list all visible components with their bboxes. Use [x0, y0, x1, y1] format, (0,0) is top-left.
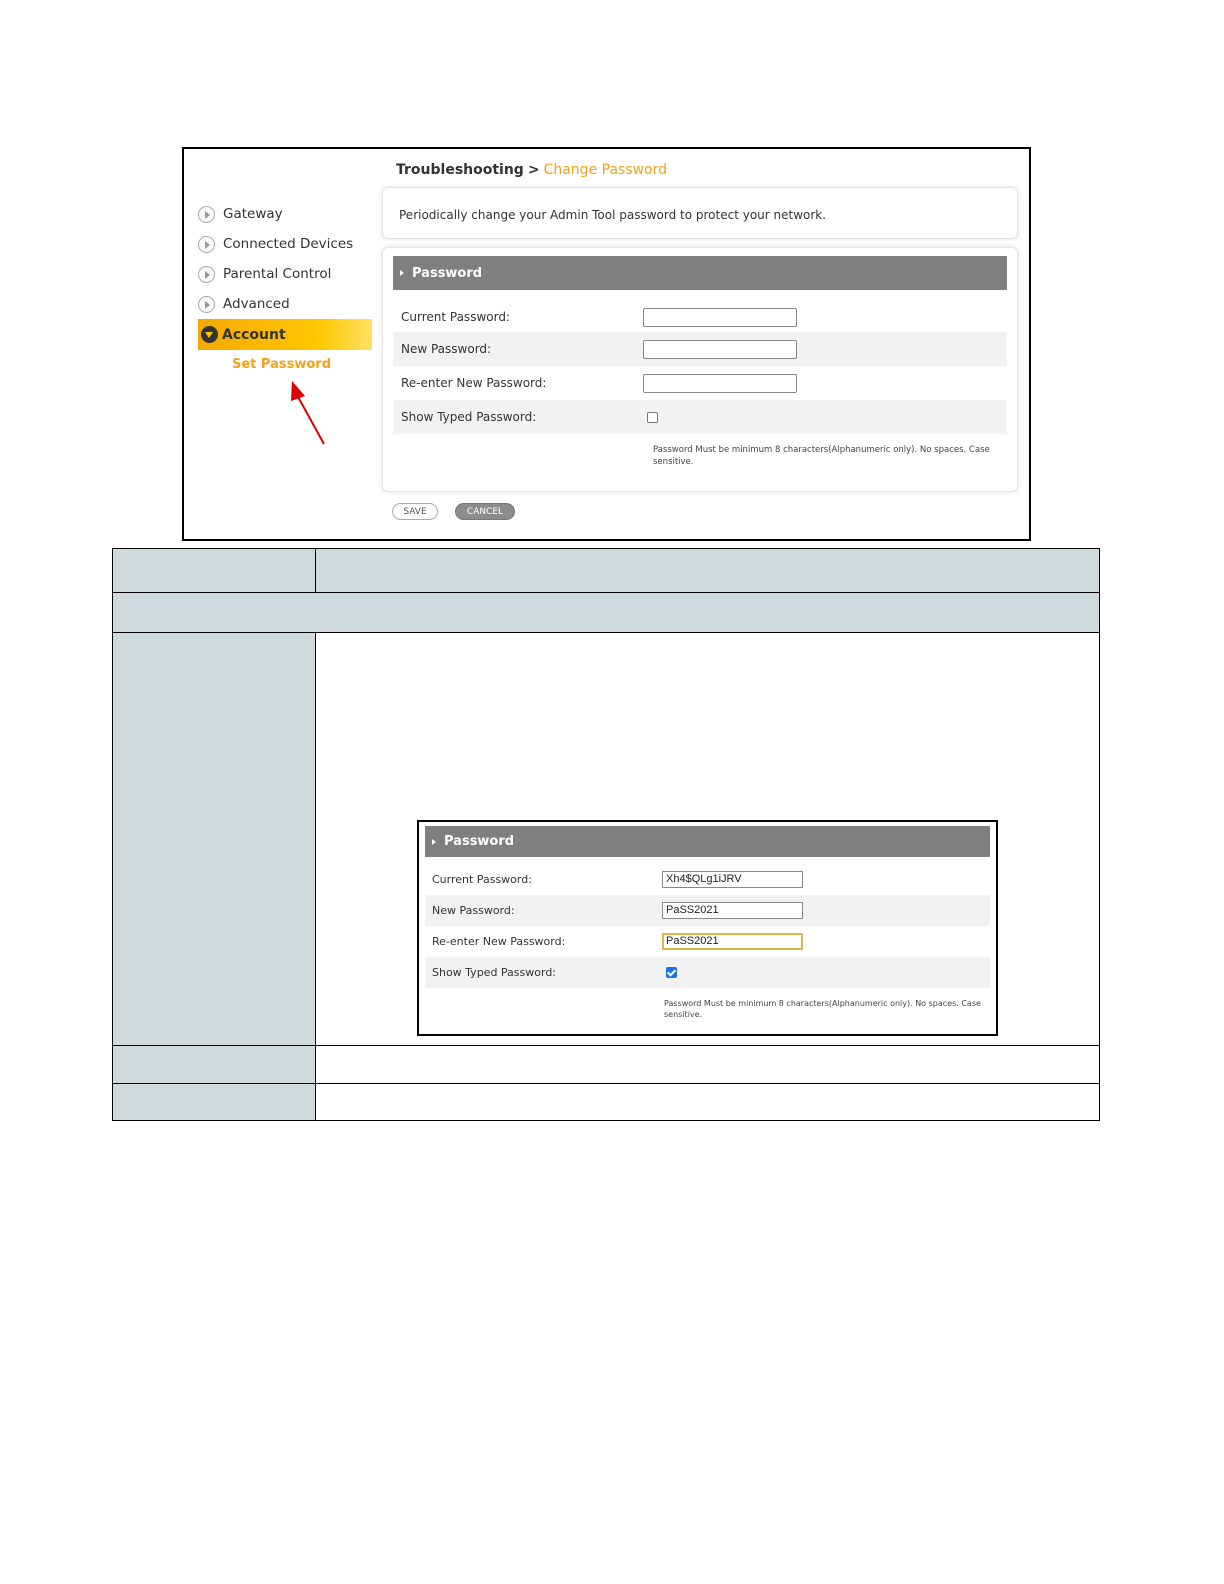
nav-item-label: Connected Devices [223, 236, 354, 252]
table-rule [112, 1045, 1100, 1046]
nav-item-parental-control[interactable]: Parental Control [198, 259, 372, 289]
example-reenter-row: Re-enter New Password: PaSS2021 [425, 926, 990, 957]
current-password-row: Current Password: [393, 300, 1007, 334]
example-reenter-input[interactable]: PaSS2021 [662, 933, 803, 950]
play-circle-icon [198, 235, 215, 253]
example-new-label: New Password: [432, 904, 515, 917]
example-reenter-label: Re-enter New Password: [432, 935, 566, 948]
table-rule [112, 592, 1100, 593]
reenter-password-row: Re-enter New Password: [393, 366, 1007, 400]
new-password-label: New Password: [401, 342, 492, 356]
password-example-screenshot: Password Current Password: Xh4$QLg1iJRV … [417, 820, 998, 1036]
example-current-row: Current Password: Xh4$QLg1iJRV [425, 864, 990, 895]
example-show-label: Show Typed Password: [432, 966, 557, 979]
section-title: Password [412, 265, 483, 281]
example-section-title: Password [444, 834, 515, 849]
intro-text: Periodically change your Admin Tool pass… [399, 208, 827, 222]
change-password-screenshot: Troubleshooting > Change Password Gateway … [182, 147, 1031, 541]
example-password-hint: Password Must be minimum 8 characters(Al… [664, 999, 981, 1019]
cancel-button[interactable]: CANCEL [455, 503, 515, 520]
red-arrow-annotation [291, 381, 325, 445]
intro-box: Periodically change your Admin Tool pass… [382, 187, 1018, 239]
example-show-checkbox[interactable] [666, 967, 677, 978]
play-circle-icon [198, 265, 215, 283]
show-password-row: Show Typed Password: [393, 400, 1007, 434]
example-new-input[interactable]: PaSS2021 [662, 902, 803, 919]
nav-item-label: Account [222, 326, 286, 343]
table-rule [112, 632, 1100, 633]
show-password-label: Show Typed Password: [401, 410, 537, 424]
play-circle-icon [198, 295, 215, 313]
password-form: Password Current Password: New Password:… [382, 247, 1018, 492]
nav-item-label: Advanced [223, 296, 290, 312]
example-show-row: Show Typed Password: [425, 957, 990, 988]
nav-item-label: Parental Control [223, 266, 332, 282]
new-password-row: New Password: [393, 332, 1007, 366]
reenter-password-label: Re-enter New Password: [401, 376, 547, 390]
example-current-label: Current Password: [432, 873, 532, 886]
nav-item-advanced[interactable]: Advanced [198, 289, 372, 319]
table-rule [112, 1083, 1100, 1084]
example-current-input[interactable]: Xh4$QLg1iJRV [662, 871, 803, 888]
chevron-down-icon [201, 326, 218, 343]
table-divider [315, 632, 316, 1121]
show-password-checkbox[interactable] [647, 411, 658, 423]
nav-item-account[interactable]: Account [198, 319, 372, 350]
current-password-label: Current Password: [401, 310, 510, 324]
current-password-input[interactable] [643, 307, 797, 327]
new-password-input[interactable] [643, 339, 797, 359]
nav-item-gateway[interactable]: Gateway [198, 199, 372, 229]
play-circle-icon [198, 205, 215, 223]
table-divider [315, 548, 316, 592]
sidebar-nav: Gateway Connected Devices Parental Contr… [198, 199, 372, 378]
save-button[interactable]: SAVE [392, 503, 438, 520]
breadcrumb: Troubleshooting > Change Password [396, 162, 667, 178]
password-section-header: Password [393, 256, 1007, 290]
nav-item-label: Gateway [223, 206, 283, 222]
nav-subitem-set-password[interactable]: Set Password [198, 350, 372, 378]
reenter-password-input[interactable] [643, 373, 797, 393]
breadcrumb-section[interactable]: Troubleshooting [396, 162, 524, 178]
example-new-row: New Password: PaSS2021 [425, 895, 990, 926]
caret-right-icon [400, 270, 404, 276]
caret-right-icon [432, 838, 436, 845]
password-hint: Password Must be minimum 8 characters(Al… [653, 445, 990, 467]
nav-item-connected-devices[interactable]: Connected Devices [198, 229, 372, 259]
breadcrumb-separator: > [527, 162, 540, 178]
breadcrumb-current: Change Password [543, 162, 668, 178]
example-section-header: Password [425, 826, 990, 857]
